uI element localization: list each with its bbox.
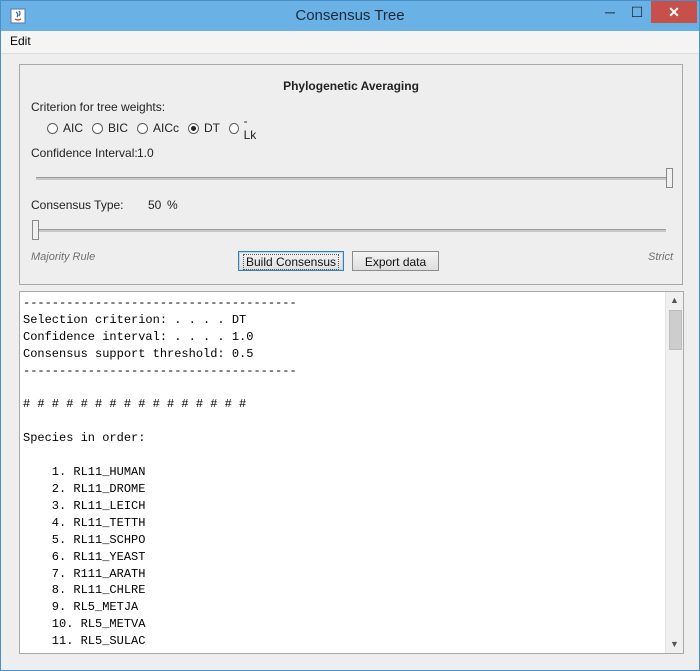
radio-aicc[interactable]: AICc bbox=[137, 120, 179, 136]
title-bar[interactable]: Consensus Tree ─ ☐ ✕ bbox=[1, 1, 699, 31]
build-consensus-button[interactable]: Build Consensus bbox=[238, 251, 344, 271]
scrollbar-thumb[interactable] bbox=[669, 310, 682, 350]
criterion-label: Criterion for tree weights: bbox=[31, 100, 166, 114]
consensus-type-unit: % bbox=[167, 198, 178, 212]
scroll-down-icon[interactable]: ▼ bbox=[666, 636, 683, 653]
radio-lk-label: -Lk bbox=[243, 114, 257, 142]
radio-bic[interactable]: BIC bbox=[92, 120, 128, 136]
confidence-interval-value: 1.0 bbox=[137, 146, 154, 160]
radio-bic-label: BIC bbox=[108, 121, 129, 135]
confidence-slider-track[interactable] bbox=[36, 177, 666, 180]
radio-button-bic[interactable] bbox=[92, 122, 103, 134]
radio-aic-label: AIC bbox=[63, 121, 84, 135]
maximize-button[interactable]: ☐ bbox=[624, 1, 650, 23]
build-consensus-label: Build Consensus bbox=[242, 254, 340, 270]
panel-title: Phylogenetic Averaging bbox=[283, 79, 419, 93]
window-title: Consensus Tree bbox=[295, 7, 405, 24]
vertical-scrollbar[interactable]: ▲ ▼ bbox=[665, 292, 683, 653]
consensus-slider-track[interactable] bbox=[36, 229, 666, 232]
radio-lk[interactable]: -Lk bbox=[229, 114, 258, 142]
consensus-type-label: Consensus Type: bbox=[31, 198, 124, 212]
consensus-slider-thumb[interactable] bbox=[32, 220, 39, 240]
radio-button-lk[interactable] bbox=[229, 122, 239, 134]
consensus-tree-window: Consensus Tree ─ ☐ ✕ Edit Phylogenetic A… bbox=[0, 0, 700, 671]
radio-dt-label: DT bbox=[204, 121, 220, 135]
radio-aicc-label: AICc bbox=[153, 121, 180, 135]
menu-bar: Edit bbox=[1, 31, 699, 54]
minimize-button[interactable]: ─ bbox=[597, 1, 623, 23]
confidence-slider-thumb[interactable] bbox=[666, 168, 673, 188]
export-data-label: Export data bbox=[364, 255, 427, 269]
confidence-interval-label: Confidence Interval: bbox=[31, 146, 138, 160]
scroll-up-icon[interactable]: ▲ bbox=[666, 292, 683, 309]
radio-button-dt[interactable] bbox=[188, 122, 199, 134]
radio-button-aic[interactable] bbox=[47, 122, 58, 134]
radio-button-aicc[interactable] bbox=[137, 122, 148, 134]
radio-aic[interactable]: AIC bbox=[47, 120, 83, 136]
strict-label: Strict bbox=[648, 251, 674, 263]
consensus-type-value: 50 bbox=[148, 198, 162, 212]
majority-rule-label: Majority Rule bbox=[31, 251, 96, 263]
phylogenetic-averaging-panel: Phylogenetic Averaging Criterion for tre… bbox=[19, 64, 683, 285]
output-text: -------------------------------------- S… bbox=[23, 296, 297, 649]
menu-edit[interactable]: Edit bbox=[10, 34, 31, 48]
output-text-area[interactable]: -------------------------------------- S… bbox=[19, 291, 684, 654]
export-data-button[interactable]: Export data bbox=[352, 251, 439, 271]
close-button[interactable]: ✕ bbox=[651, 1, 697, 23]
radio-dt[interactable]: DT bbox=[188, 120, 220, 136]
